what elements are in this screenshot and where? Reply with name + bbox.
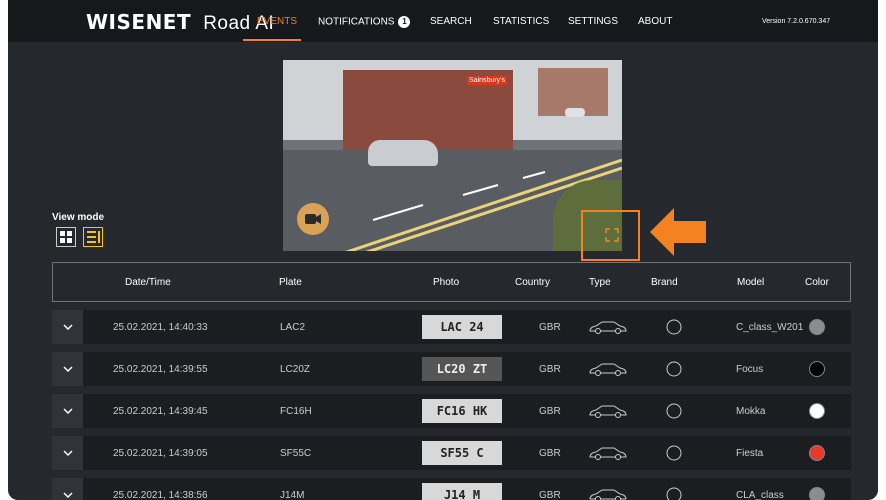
scene-building: Sainsbury's xyxy=(343,70,513,150)
column-header-color[interactable]: Color xyxy=(805,277,829,288)
table-row[interactable]: 25.02.2021, 14:40:33 LAC2 LAC 24 GBR C_class… xyxy=(52,310,851,344)
chevron-down-icon xyxy=(62,324,73,330)
row-country: GBR xyxy=(539,322,561,333)
row-plate: FC16H xyxy=(280,406,312,417)
column-header-brand[interactable]: Brand xyxy=(651,277,678,288)
column-header-model[interactable]: Model xyxy=(737,277,764,288)
sedan-icon xyxy=(589,321,627,334)
vehicle-color-swatch xyxy=(809,487,825,500)
pointer-arrow-icon xyxy=(650,208,706,256)
row-model: CLA_class xyxy=(736,490,784,500)
row-model: C_class_W201 xyxy=(736,322,804,333)
view-mode-list-button[interactable] xyxy=(83,227,103,247)
fullscreen-button[interactable] xyxy=(581,210,640,261)
mercedes-icon xyxy=(666,487,682,500)
row-country: GBR xyxy=(539,364,561,375)
row-plate: LAC2 xyxy=(280,322,306,333)
vehicle-color-swatch xyxy=(809,445,825,461)
expand-row-button[interactable] xyxy=(52,310,83,344)
table-row[interactable]: 25.02.2021, 14:39:55 LC20Z LC20 ZT GBR Focus xyxy=(52,352,851,386)
chevron-down-icon xyxy=(62,408,73,414)
column-header-country[interactable]: Country xyxy=(515,277,550,288)
chevron-down-icon xyxy=(62,366,73,372)
row-plate: SF55C xyxy=(280,448,312,459)
column-header-plate[interactable]: Plate xyxy=(279,277,302,288)
ford-icon xyxy=(666,361,682,377)
row-datetime: 25.02.2021, 14:38:56 xyxy=(113,490,208,500)
view-mode-label: View mode xyxy=(52,212,105,223)
nav-statistics[interactable]: STATISTICS xyxy=(493,16,549,27)
column-header-type[interactable]: Type xyxy=(589,277,611,288)
events-table-header: Date/Time Plate Photo Country Type Brand… xyxy=(52,262,851,302)
expand-row-button[interactable] xyxy=(52,436,83,470)
nav-notifications-label: NOTIFICATIONS xyxy=(318,16,395,28)
app-logo[interactable]: WISENET Road AI xyxy=(86,10,274,35)
chevron-down-icon xyxy=(62,492,73,498)
vehicle-color-swatch xyxy=(809,361,825,377)
expand-row-button[interactable] xyxy=(52,352,83,386)
table-row[interactable]: 25.02.2021, 14:39:05 SF55C SF55 C GBR Fiesta xyxy=(52,436,851,470)
row-plate: LC20Z xyxy=(280,364,311,375)
scene-car xyxy=(368,140,438,166)
row-model: Fiesta xyxy=(736,448,764,459)
row-country: GBR xyxy=(539,490,561,500)
camera-video-preview[interactable]: Sainsbury's xyxy=(283,60,622,251)
vehicle-color-swatch xyxy=(809,319,825,335)
expand-row-button[interactable] xyxy=(52,394,83,428)
suv-icon xyxy=(589,405,627,418)
notifications-count-badge: 1 xyxy=(398,16,411,28)
row-datetime: 25.02.2021, 14:40:33 xyxy=(113,322,208,333)
logo-brand: WISENET xyxy=(86,10,192,34)
mercedes-icon xyxy=(666,319,682,335)
ford-icon xyxy=(666,445,682,461)
fullscreen-icon xyxy=(605,228,619,242)
row-model: Focus xyxy=(736,364,764,375)
view-mode-grid-button[interactable] xyxy=(56,227,76,247)
scene-car-distant xyxy=(565,108,585,117)
grid-icon xyxy=(60,231,72,243)
row-country: GBR xyxy=(539,448,561,459)
row-datetime: 25.02.2021, 14:39:55 xyxy=(113,364,208,375)
plate-photo[interactable]: J14 M xyxy=(422,483,502,500)
nav-settings[interactable]: SETTINGS xyxy=(568,16,618,27)
top-navigation-bar: WISENET Road AI EVENTS NOTIFICATIONS 1 SE… xyxy=(8,0,878,42)
nav-notifications[interactable]: NOTIFICATIONS 1 xyxy=(318,16,411,28)
row-plate: J14M xyxy=(280,490,305,500)
column-header-photo[interactable]: Photo xyxy=(433,277,459,288)
sedan-icon xyxy=(589,363,627,376)
nav-search[interactable]: SEARCH xyxy=(430,16,472,27)
version-label: Version 7.2.0.670.347 xyxy=(762,18,831,25)
row-country: GBR xyxy=(539,406,561,417)
chevron-down-icon xyxy=(62,450,73,456)
sedan-icon xyxy=(589,489,627,500)
nav-about[interactable]: ABOUT xyxy=(638,16,672,27)
app-window: WISENET Road AI EVENTS NOTIFICATIONS 1 SE… xyxy=(8,0,878,500)
row-datetime: 25.02.2021, 14:39:45 xyxy=(113,406,208,417)
column-header-datetime[interactable]: Date/Time xyxy=(125,277,171,288)
table-row[interactable]: 25.02.2021, 14:39:45 FC16H FC16 HK GBR Mokka xyxy=(52,394,851,428)
plate-photo[interactable]: LAC 24 xyxy=(422,315,502,339)
record-button[interactable] xyxy=(297,203,329,235)
store-sign: Sainsbury's xyxy=(467,76,507,85)
expand-row-button[interactable] xyxy=(52,478,83,500)
plate-photo[interactable]: SF55 C xyxy=(422,441,502,465)
opel-icon xyxy=(666,403,682,419)
table-row[interactable]: 25.02.2021, 14:38:56 J14M J14 M GBR CLA_clas… xyxy=(52,478,851,500)
plate-photo[interactable]: FC16 HK xyxy=(422,399,502,423)
nav-active-indicator xyxy=(243,39,301,41)
sedan-icon xyxy=(589,447,627,460)
row-datetime: 25.02.2021, 14:39:05 xyxy=(113,448,208,459)
camera-icon xyxy=(305,214,321,224)
nav-events[interactable]: EVENTS xyxy=(257,16,297,27)
row-model: Mokka xyxy=(736,406,766,417)
plate-photo[interactable]: LC20 ZT xyxy=(422,357,502,381)
list-icon xyxy=(86,231,100,243)
vehicle-color-swatch xyxy=(809,403,825,419)
